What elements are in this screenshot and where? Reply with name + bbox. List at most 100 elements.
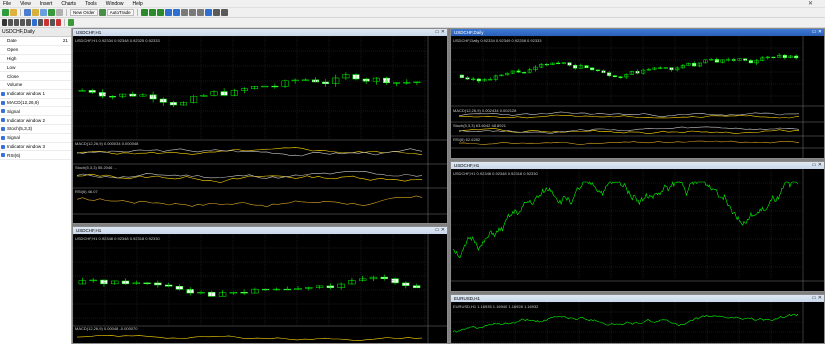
rsi-line	[458, 140, 800, 146]
chart-window-title-text: USDCHF,H1	[76, 228, 102, 233]
chart-info: USDCHF,Daily 0.92334 0.92349 0.92258 0.9…	[453, 38, 542, 43]
zoom-in-icon[interactable]	[164, 9, 172, 16]
data-row: Close	[0, 72, 71, 81]
toolbar-divider	[64, 19, 65, 26]
terminal-icon[interactable]	[48, 9, 55, 16]
fibonacci-icon[interactable]	[38, 19, 43, 26]
new-order-button[interactable]: New Order	[70, 9, 98, 16]
indicator-label: RSI(6)	[7, 152, 21, 158]
chart-window-title[interactable]: USDCHF,H1 ▭ ✕	[73, 29, 447, 36]
indicator-icon	[1, 100, 5, 105]
tile-windows-icon[interactable]	[180, 9, 188, 16]
indicator-row: Indicator window 3	[0, 143, 71, 152]
profiles-icon[interactable]	[10, 9, 17, 16]
bar-chart-icon[interactable]	[140, 9, 148, 16]
indicator-icon	[1, 144, 5, 149]
new-chart-icon[interactable]	[2, 9, 9, 16]
data-row: Low	[0, 63, 71, 73]
indicator-row: Indicator window 2	[0, 116, 71, 125]
main-toolbar: New Order AutoTrade	[0, 8, 825, 18]
chart-canvas[interactable]: USDCHF,H1 0.92348 0.92348 0.92318 0.9233…	[73, 234, 447, 343]
toolbar-divider	[136, 9, 138, 16]
templates-icon[interactable]	[220, 9, 228, 16]
chart-canvas[interactable]: USDCHF,H1 0.92348 0.92348 0.92318 0.9233…	[451, 169, 824, 291]
rsi-label: RSI(6) 46.07	[75, 189, 98, 194]
channel-icon[interactable]	[32, 19, 37, 26]
chart-window-usdchf-h1[interactable]: USDCHF,H1 ▭ ✕ USDCHF,H1 0.92334 0.92348 0…	[72, 28, 448, 224]
indicator-label: Indicator window 1	[7, 91, 46, 97]
vertical-line-icon[interactable]	[14, 19, 19, 26]
text-icon[interactable]	[44, 19, 49, 26]
data-row-label: High	[7, 55, 17, 61]
indicator-label: Signal	[7, 135, 20, 141]
chart-canvas[interactable]: USDCHF,H1 0.92334 0.92348 0.92325 0.9233…	[73, 36, 447, 223]
indicator-label: MACD(12,26,9)	[7, 99, 39, 105]
menu-window[interactable]: Window	[106, 1, 124, 7]
arrows-icon[interactable]	[56, 19, 61, 26]
data-row-label: Close	[7, 73, 19, 79]
menu-help[interactable]: Help	[133, 1, 143, 7]
indicators-icon[interactable]	[204, 9, 212, 16]
menu-tools[interactable]: Tools	[85, 1, 97, 7]
navigator-icon[interactable]	[40, 9, 47, 16]
autotrade-button[interactable]: AutoTrade	[106, 9, 134, 16]
label-icon[interactable]	[50, 19, 55, 26]
macd-signal-line	[76, 335, 423, 341]
chart-workspace: USDCHF,H1 ▭ ✕ USDCHF,H1 0.92334 0.92348 0…	[72, 28, 825, 344]
chart-window-eurusd-h1[interactable]: EURUSD,H1 ▭ ✕ EURUSD,H1 1.16935 1.16940 1…	[450, 294, 825, 344]
chart-info: EURUSD,H1 1.16935 1.16940 1.16928 1.1693…	[453, 304, 539, 309]
data-row: Date 21	[0, 37, 71, 46]
chart-window-usdchf-h1-2[interactable]: USDCHF,H1 ▭ ✕ USDCHF,H1 0.92348 0.92348 0…	[72, 226, 448, 344]
window-buttons[interactable]: ▭ ✕	[435, 29, 445, 35]
line-chart-icon[interactable]	[156, 9, 164, 16]
indicator-row: MACD(12,26,9)	[0, 99, 71, 108]
menu-charts[interactable]: Charts	[61, 1, 76, 7]
menu-file[interactable]: File	[3, 1, 11, 7]
chart-canvas[interactable]: USDCHF,Daily 0.92334 0.92349 0.92258 0.9…	[451, 36, 824, 158]
window-buttons[interactable]: ▭ ✕	[812, 295, 822, 301]
indicator-label: Signal	[7, 108, 20, 114]
autoscroll-icon[interactable]	[188, 9, 196, 16]
indicator-label: Indicator window 3	[7, 143, 46, 149]
window-buttons[interactable]: ▭ ✕	[812, 162, 822, 168]
horizontal-line-icon[interactable]	[20, 19, 25, 26]
menu-bar: File View Insert Charts Tools Window Hel…	[0, 0, 825, 8]
macd-label: MACD(12,26,9) 0.00048 -0.000070	[75, 326, 138, 331]
chart-window-title[interactable]: USDCHF,H1 ▭ ✕	[451, 162, 824, 169]
crosshair-icon[interactable]	[8, 19, 13, 26]
macd-label: MACD(12,26,9) 0.002434 0.002128	[453, 108, 517, 113]
candlestick-icon[interactable]	[148, 9, 156, 16]
periods-icon[interactable]	[212, 9, 220, 16]
market-watch-icon[interactable]	[24, 9, 31, 16]
chart-shift-icon[interactable]	[196, 9, 204, 16]
data-window-icon[interactable]	[32, 9, 39, 16]
m1-icon[interactable]	[68, 19, 74, 26]
toolbar-divider	[20, 9, 21, 16]
tester-icon[interactable]	[56, 9, 63, 16]
menu-insert[interactable]: Insert	[40, 1, 53, 7]
chart-window-usdchf-daily[interactable]: USDCHF,Daily ▭ ✕ USDCHF,Daily 0.92334 0.9…	[450, 28, 825, 159]
menu-view[interactable]: View	[20, 1, 31, 7]
indicator-row: Signal	[0, 134, 71, 143]
trendline-icon[interactable]	[26, 19, 31, 26]
chart-window-usdchf-h1-line[interactable]: USDCHF,H1 ▭ ✕ USDCHF,H1 0.92348 0.92348 0…	[450, 161, 825, 292]
close-icon[interactable]: ✕	[808, 0, 813, 7]
chart-window-title-text: USDCHF,Daily	[454, 30, 484, 35]
chart-canvas[interactable]: EURUSD,H1 1.16935 1.16940 1.16928 1.1693…	[451, 302, 824, 343]
price-line	[452, 181, 799, 259]
chart-window-title[interactable]: USDCHF,H1 ▭ ✕	[73, 227, 447, 234]
indicator-icon	[1, 153, 5, 158]
stoch-signal-line	[76, 174, 423, 183]
indicator-row: Stoch(5,3,3)	[0, 125, 71, 134]
chart-info: USDCHF,H1 0.92348 0.92348 0.92318 0.9233…	[75, 236, 161, 241]
chart-window-title[interactable]: EURUSD,H1 ▭ ✕	[451, 295, 824, 302]
drawing-toolbar	[0, 18, 825, 28]
toolbar-divider	[66, 9, 67, 16]
window-buttons[interactable]: ▭ ✕	[435, 227, 445, 233]
window-buttons[interactable]: ▭ ✕	[812, 29, 822, 35]
data-row: High	[0, 55, 71, 64]
zoom-out-icon[interactable]	[172, 9, 180, 16]
rsi-label: RSI(6) 62.6282	[453, 137, 481, 142]
chart-window-title[interactable]: USDCHF,Daily ▭ ✕	[451, 29, 824, 36]
cursor-icon[interactable]	[2, 19, 7, 26]
